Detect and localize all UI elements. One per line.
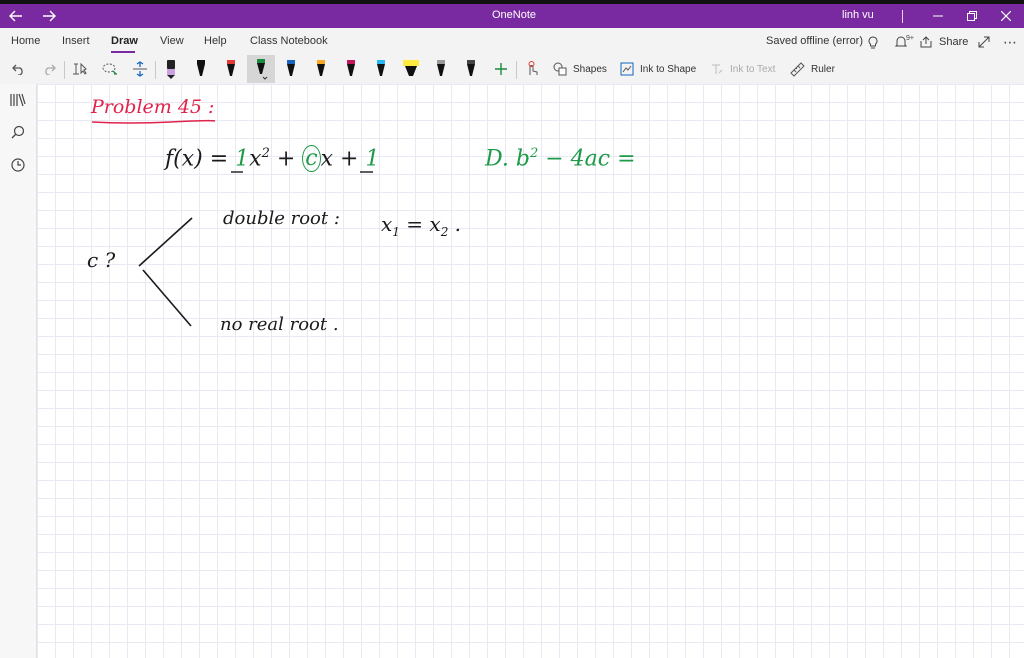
touch-draw-icon[interactable]: [521, 58, 543, 80]
double-root-equation: x1 = x2 .: [381, 212, 462, 239]
quadratic-equation: f(x) = 1x2 + cx + 1: [165, 145, 380, 173]
tab-home[interactable]: Home: [11, 35, 40, 47]
discriminant-formula: D. b2 − 4ac =: [485, 146, 636, 172]
tab-view[interactable]: View: [160, 35, 184, 47]
restore-icon[interactable]: [961, 7, 983, 25]
ribbon: Home Insert Draw View Help Class Noteboo…: [0, 28, 1024, 84]
arrow-right-icon[interactable]: [38, 7, 60, 25]
sync-status[interactable]: Saved offline (error): [766, 35, 863, 47]
branch-lines: [138, 217, 193, 327]
ruler-button[interactable]: Ruler: [790, 58, 835, 80]
share-button[interactable]: Share: [920, 31, 968, 53]
shapes-icon: [553, 62, 567, 76]
ink-to-text-button[interactable]: Ink to Text: [710, 58, 775, 80]
tab-insert[interactable]: Insert: [62, 35, 90, 47]
lasso-select-icon[interactable]: [99, 58, 121, 80]
notification-badge: 9+: [906, 34, 914, 42]
ribbon-separator: [516, 61, 517, 79]
pen-blue-icon[interactable]: [280, 58, 302, 80]
pen-dark-icon[interactable]: [460, 58, 482, 80]
ink-to-shape-button[interactable]: Ink to Shape: [620, 58, 696, 80]
more-options-icon[interactable]: ⋯: [1000, 31, 1020, 53]
titlebar-divider: [902, 10, 903, 23]
note-canvas[interactable]: Problem 45 : f(x) = 1x2 + cx + 1 D. b2 −…: [37, 84, 1024, 658]
pen-black-lavender-icon[interactable]: [160, 58, 182, 80]
pen-green-selected-icon[interactable]: [247, 55, 275, 83]
arrow-left-icon[interactable]: [5, 7, 27, 25]
share-icon: [920, 36, 932, 48]
pen-cyan-icon[interactable]: [370, 58, 392, 80]
ruler-icon: [790, 61, 805, 77]
no-real-root-label: no real root .: [220, 314, 339, 335]
c-question: c ?: [87, 248, 116, 272]
close-icon[interactable]: [995, 7, 1017, 25]
add-space-icon[interactable]: [129, 58, 151, 80]
pencil-gray-icon[interactable]: [430, 58, 452, 80]
recent-clock-icon[interactable]: [7, 154, 29, 176]
expand-icon[interactable]: [975, 31, 993, 53]
tab-help[interactable]: Help: [204, 35, 227, 47]
type-select-icon[interactable]: [69, 58, 91, 80]
heading-underline: [91, 119, 216, 124]
active-tab-indicator: [111, 51, 135, 53]
redo-icon[interactable]: [38, 58, 60, 80]
search-icon[interactable]: [7, 121, 29, 143]
pen-red-icon[interactable]: [220, 58, 242, 80]
minimize-icon[interactable]: [927, 7, 949, 25]
note-heading: Problem 45 :: [91, 96, 215, 118]
ink-to-text-icon: [712, 64, 723, 74]
ribbon-separator: [155, 61, 156, 79]
undo-icon[interactable]: [8, 58, 30, 80]
user-name[interactable]: linh vu: [842, 9, 874, 21]
lightbulb-icon[interactable]: [864, 32, 882, 54]
ink-to-shape-icon: [620, 62, 634, 76]
double-root-label: double root :: [223, 208, 340, 229]
pen-yellow-icon[interactable]: [310, 58, 332, 80]
equation-underlines: [231, 171, 373, 173]
notebooks-icon[interactable]: [7, 89, 29, 111]
title-bar: OneNote linh vu: [0, 4, 1024, 28]
plus-icon[interactable]: [490, 58, 512, 80]
left-nav-rail: [0, 84, 37, 658]
pen-magenta-icon[interactable]: [340, 58, 362, 80]
tab-draw[interactable]: Draw: [111, 35, 138, 47]
pen-black-icon[interactable]: [190, 58, 212, 80]
shapes-button[interactable]: Shapes: [553, 58, 607, 80]
tab-class-notebook[interactable]: Class Notebook: [250, 35, 328, 47]
bell-icon[interactable]: 9+: [893, 31, 915, 53]
highlighter-yellow-icon[interactable]: [398, 58, 424, 80]
ribbon-separator: [64, 61, 65, 79]
app-title: OneNote: [492, 9, 537, 21]
